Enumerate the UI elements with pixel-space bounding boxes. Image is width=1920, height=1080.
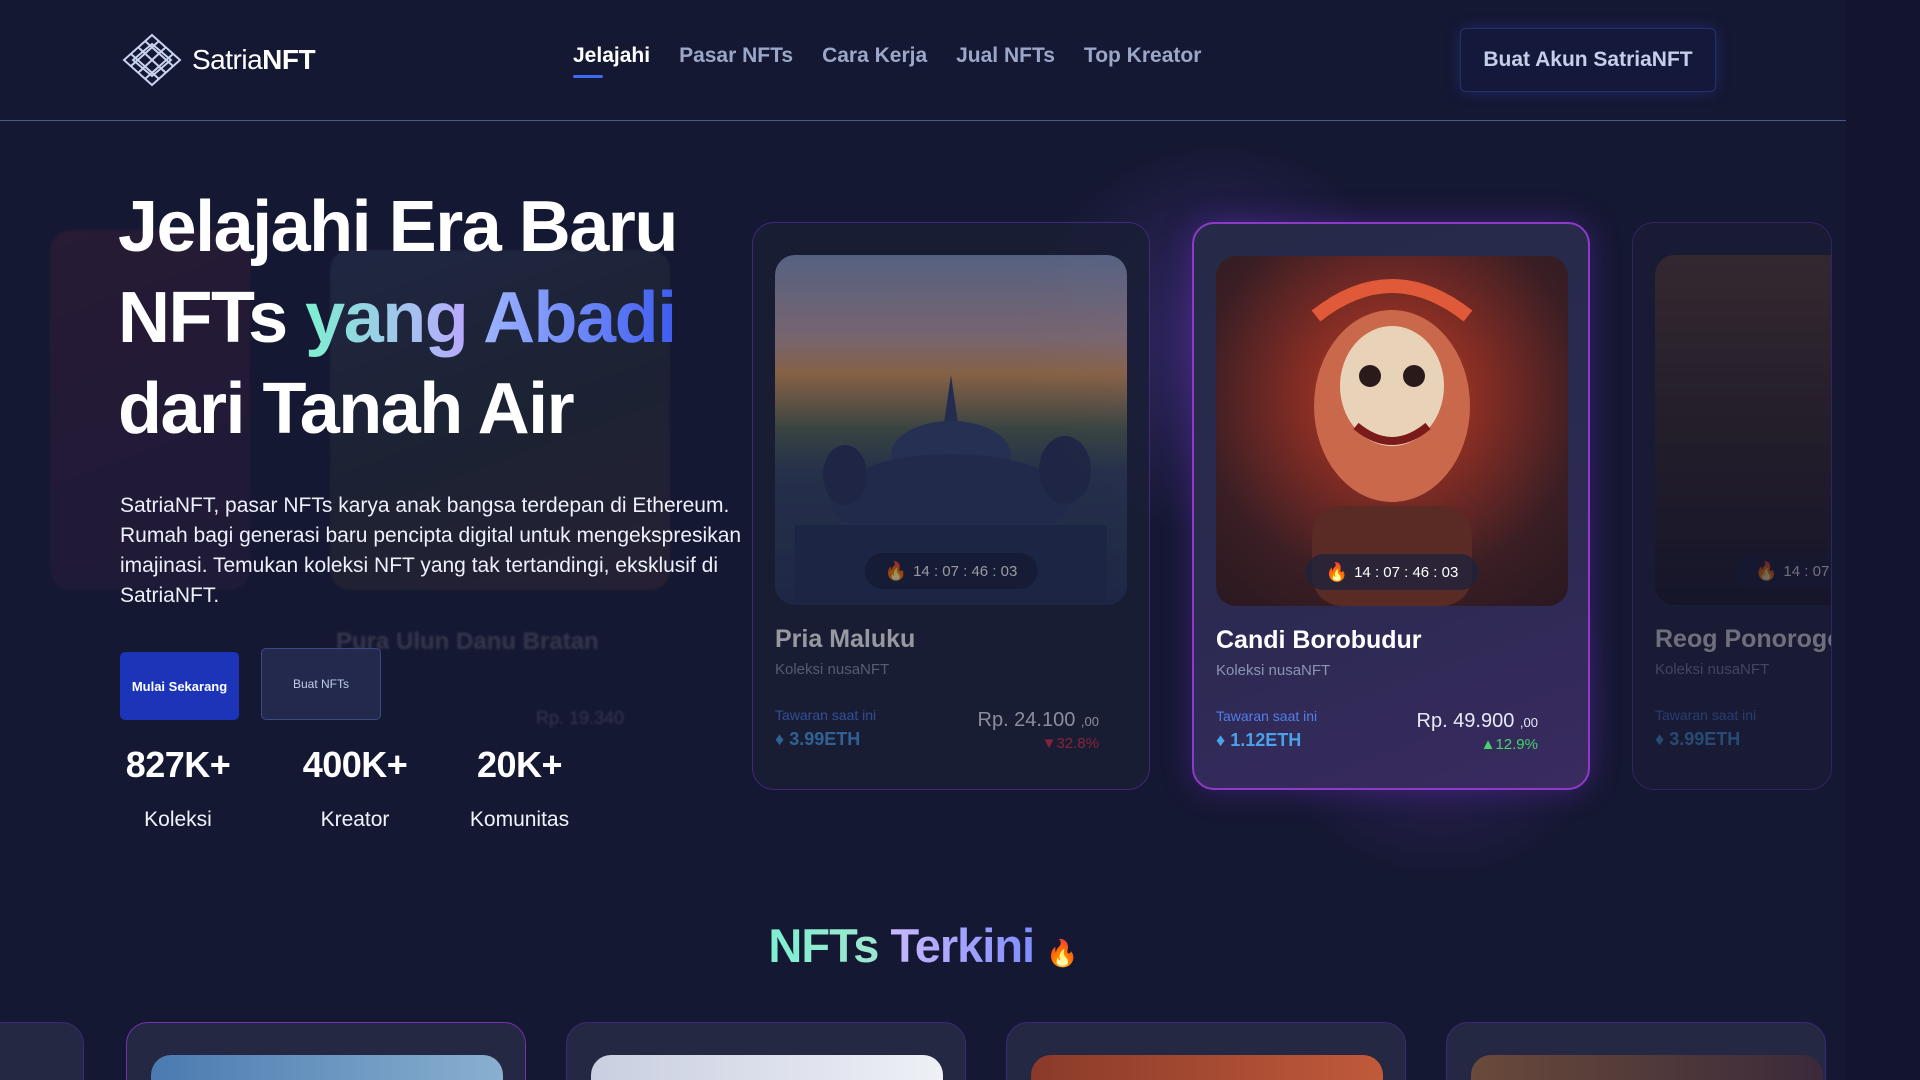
timer-text: 14 : 07 : 46 : 03 bbox=[913, 562, 1018, 580]
stat-community: 20K+ Komunitas bbox=[458, 744, 581, 832]
current-bid-label: Tawaran saat ini bbox=[775, 707, 877, 723]
timer-text: 14 : 07 : 46 : 03 bbox=[1354, 563, 1459, 581]
section-title: NFTs Terkini 🔥 bbox=[0, 918, 1846, 973]
nft-collection: Koleksi nusaNFT bbox=[1216, 662, 1331, 679]
nft-artwork-image bbox=[151, 1055, 503, 1080]
nft-artwork-image: 🔥 14 : 07 bbox=[1655, 255, 1831, 605]
create-account-button[interactable]: Buat Akun SatriaNFT bbox=[1460, 28, 1716, 92]
hero-headline: Jelajahi Era Baru NFTs yang Abadi dari T… bbox=[118, 182, 678, 455]
price-value: Rp. 24.100 bbox=[977, 709, 1076, 731]
price-cents: ,00 bbox=[1080, 714, 1099, 729]
logo-knot-icon bbox=[122, 33, 182, 87]
nft-artwork-image bbox=[1031, 1055, 1383, 1080]
stat-value: 827K+ bbox=[125, 744, 231, 785]
fire-icon: 🔥 bbox=[1046, 938, 1078, 968]
main-nav: Jelajahi Pasar NFTs Cara Kerja Jual NFTs… bbox=[573, 44, 1201, 78]
landing-page: SatriaNFT Jelajahi Pasar NFTs Cara Kerja… bbox=[0, 0, 1846, 1080]
arrow-up-icon: ▲ bbox=[1480, 736, 1496, 753]
eth-price: ♦ 1.12ETH bbox=[1216, 730, 1301, 751]
nft-artwork-image bbox=[591, 1055, 943, 1080]
nft-card-peek[interactable] bbox=[126, 1022, 526, 1080]
headline-line-3: dari Tanah Air bbox=[118, 369, 575, 449]
nft-card[interactable]: 🔥 14 : 07 : 46 : 03 Pria Maluku Koleksi n… bbox=[752, 222, 1150, 790]
nft-card-peek[interactable] bbox=[1006, 1022, 1406, 1080]
eth-value: 3.99ETH bbox=[789, 729, 861, 749]
stat-label: Komunitas bbox=[469, 808, 570, 831]
nav-item-pasar-nfts[interactable]: Pasar NFTs bbox=[679, 44, 793, 68]
auction-timer: 🔥 14 : 07 : 46 : 03 bbox=[1305, 554, 1479, 590]
hero-stats: 827K+ Koleksi 400K+ Kreator 20K+ Komunit… bbox=[120, 744, 581, 832]
current-bid-label: Tawaran saat ini bbox=[1655, 707, 1757, 723]
stat-value: 20K+ bbox=[476, 744, 563, 785]
timer-text: 14 : 07 bbox=[1783, 562, 1830, 580]
nft-artwork-image bbox=[1471, 1055, 1823, 1080]
rupiah-price: Rp. 24.100 ,00 bbox=[978, 709, 1100, 732]
brand-name: SatriaNFT bbox=[192, 44, 316, 75]
ethereum-icon: ♦ bbox=[775, 729, 785, 749]
nav-item-cara-kerja[interactable]: Cara Kerja bbox=[822, 44, 927, 68]
fire-icon: 🔥 bbox=[1755, 560, 1778, 581]
nft-card[interactable]: 🔥 14 : 07 Reog Ponorogo Koleksi nusaNFT T… bbox=[1632, 222, 1832, 790]
nft-card-featured[interactable]: 🔥 14 : 07 : 46 : 03 Candi Borobudur Kolek… bbox=[1192, 222, 1590, 790]
nft-artwork-image: 🔥 14 : 07 : 46 : 03 bbox=[775, 255, 1127, 605]
price-value: Rp. 49.900 bbox=[1416, 710, 1515, 732]
stat-collections: 827K+ Koleksi bbox=[120, 744, 236, 832]
stat-label: Koleksi bbox=[144, 808, 212, 831]
change-value: 32.8% bbox=[1056, 735, 1099, 752]
arrow-down-icon: ▼ bbox=[1041, 735, 1057, 752]
change-value: 12.9% bbox=[1495, 736, 1538, 753]
price-change: ▲12.9% bbox=[1481, 736, 1538, 753]
create-nfts-button[interactable]: Buat NFTs bbox=[261, 648, 381, 720]
nft-artwork-image: 🔥 14 : 07 : 46 : 03 bbox=[1216, 256, 1568, 606]
headline-gradient-word-1: yang bbox=[305, 278, 469, 358]
stat-label: Kreator bbox=[320, 808, 390, 831]
nft-collection: Koleksi nusaNFT bbox=[1655, 661, 1770, 678]
fire-icon: 🔥 bbox=[1325, 561, 1349, 582]
auction-timer: 🔥 14 : 07 : 46 : 03 bbox=[864, 553, 1038, 589]
start-now-button[interactable]: Mulai Sekarang bbox=[120, 652, 239, 720]
eth-price: ♦ 3.99ETH bbox=[775, 729, 860, 750]
nft-collection: Koleksi nusaNFT bbox=[775, 661, 890, 678]
headline-line-2-plain: NFTs bbox=[118, 278, 288, 358]
nav-item-top-kreator[interactable]: Top Kreator bbox=[1084, 44, 1201, 68]
ethereum-icon: ♦ bbox=[1216, 730, 1226, 750]
price-change: ▼32.8% bbox=[1042, 735, 1099, 752]
auction-timer: 🔥 14 : 07 bbox=[1735, 553, 1831, 589]
eth-value: 1.12ETH bbox=[1230, 730, 1302, 750]
headline-line-1: Jelajahi Era Baru bbox=[118, 187, 678, 267]
nav-item-jelajahi[interactable]: Jelajahi bbox=[573, 44, 650, 78]
headline-gradient-word-2: Abadi bbox=[483, 278, 677, 358]
nft-title: Reog Ponorogo bbox=[1655, 625, 1832, 653]
brand-logo[interactable]: SatriaNFT bbox=[120, 33, 316, 87]
eth-value: 3.99ETH bbox=[1669, 729, 1741, 749]
top-navbar: SatriaNFT Jelajahi Pasar NFTs Cara Kerja… bbox=[0, 0, 1846, 121]
section-title-part-1: NFTs bbox=[768, 919, 879, 972]
nav-item-jual-nfts[interactable]: Jual NFTs bbox=[956, 44, 1055, 68]
nft-card-peek[interactable] bbox=[0, 1022, 84, 1080]
price-cents: ,00 bbox=[1519, 715, 1538, 730]
hero-description: SatriaNFT, pasar NFTs karya anak bangsa … bbox=[120, 494, 742, 607]
eth-price: ♦ 3.99ETH bbox=[1655, 729, 1740, 750]
rupiah-price: Rp. 49.900 ,00 bbox=[1417, 710, 1539, 733]
nft-card-peek[interactable] bbox=[566, 1022, 966, 1080]
stat-value: 400K+ bbox=[302, 744, 408, 785]
nft-card-peek[interactable] bbox=[1446, 1022, 1826, 1080]
background-card-price: Rp. 19.340 bbox=[536, 708, 625, 728]
ethereum-icon: ♦ bbox=[1655, 729, 1665, 749]
fire-icon: 🔥 bbox=[884, 560, 908, 581]
stat-creators: 400K+ Kreator bbox=[280, 744, 430, 832]
section-title-part-2: Terkini bbox=[890, 919, 1036, 972]
nft-title: Candi Borobudur bbox=[1216, 626, 1422, 654]
nft-title: Pria Maluku bbox=[775, 625, 916, 653]
current-bid-label: Tawaran saat ini bbox=[1216, 708, 1318, 724]
